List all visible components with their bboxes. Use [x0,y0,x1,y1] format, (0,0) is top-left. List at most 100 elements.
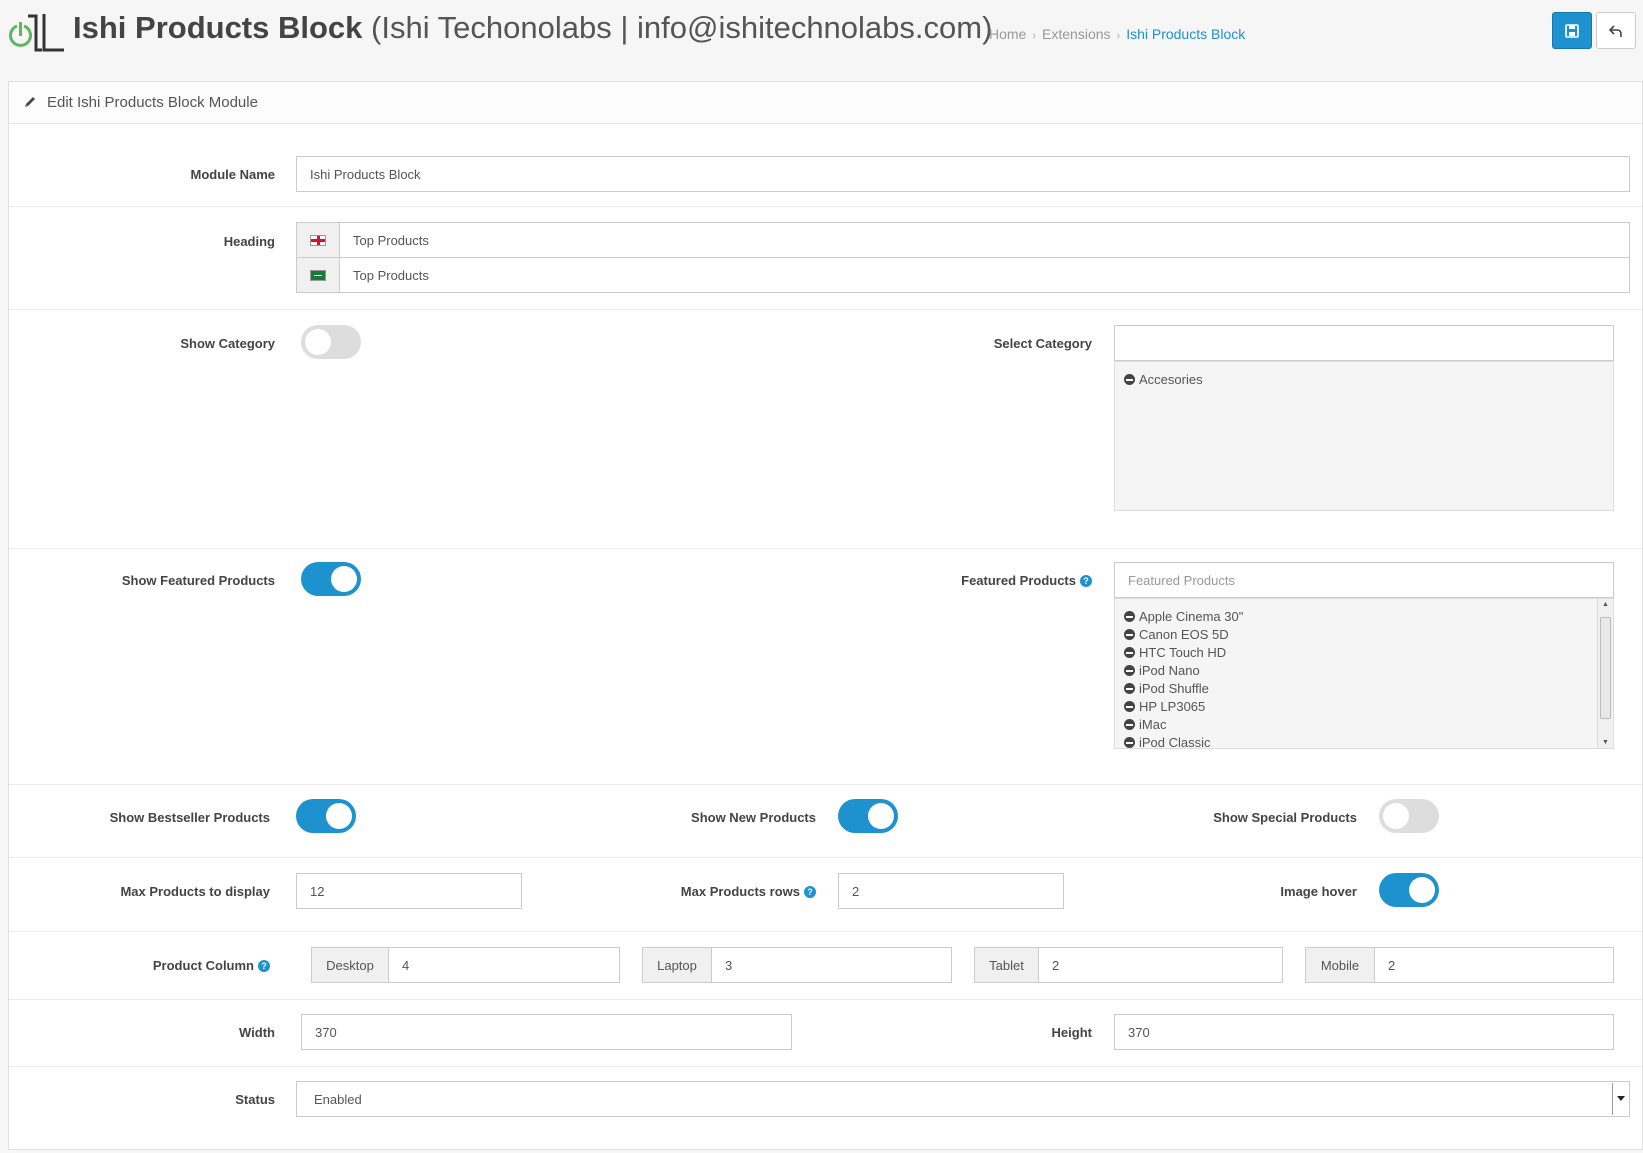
help-icon[interactable]: ? [1080,575,1092,587]
image-hover-toggle[interactable] [1379,873,1439,907]
list-item-label: iMac [1139,717,1167,732]
mobile-addon: Mobile [1305,947,1375,983]
max-products-input[interactable]: 12 [296,873,522,909]
list-item-label: Apple Cinema 30" [1139,609,1244,624]
ishi-logo-icon [9,14,64,52]
toggle-knob [326,803,352,829]
product-column-label: Product Column? [70,958,270,973]
show-featured-label: Show Featured Products [121,573,275,588]
featured-products-label: Featured Products? [862,573,1092,588]
show-special-label: Show Special Products [1213,810,1357,825]
divider [9,784,1642,785]
toggle-knob [868,803,894,829]
list-item: iPod Shuffle [1124,681,1209,696]
show-bestseller-toggle[interactable] [296,799,356,833]
width-label: Width [239,1025,275,1040]
breadcrumb-separator: › [1032,30,1037,42]
breadcrumb-separator: › [1116,30,1121,42]
list-item: Apple Cinema 30" [1124,609,1243,624]
scroll-down-icon[interactable]: ▼ [1602,739,1609,746]
show-category-toggle[interactable] [301,325,361,359]
category-list: Accesories [1114,361,1614,511]
show-special-toggle[interactable] [1379,799,1439,833]
list-item: Canon EOS 5D [1124,627,1229,642]
laptop-columns-input[interactable]: 3 [711,947,952,983]
divider [9,857,1642,858]
list-item: HTC Touch HD [1124,645,1226,660]
list-item: iPod Classic [1124,735,1211,748]
desktop-addon: Desktop [311,947,389,983]
remove-circle-icon[interactable] [1124,665,1135,676]
product-column-label-text: Product Column [152,958,254,973]
divider [9,206,1642,207]
back-button[interactable] [1596,12,1636,49]
module-name-label: Module Name [190,167,275,182]
featured-list-scrollbar[interactable]: ▲ ▼ [1597,599,1613,748]
edit-module-panel: Edit Ishi Products Block Module Module N… [8,81,1643,1150]
list-item-label: HTC Touch HD [1139,645,1227,660]
panel-title: Edit Ishi Products Block Module [47,94,258,111]
heading-lang-ar-addon [296,257,340,293]
mobile-columns-input[interactable]: 2 [1374,947,1614,983]
featured-products-list: Apple Cinema 30" Canon EOS 5D HTC Touch … [1114,598,1614,749]
breadcrumb-current[interactable]: Ishi Products Block [1126,26,1245,42]
laptop-addon: Laptop [642,947,712,983]
pencil-icon [25,97,35,107]
max-rows-label: Max Products rows? [606,884,816,899]
list-item-label: Accesories [1139,372,1203,387]
scroll-up-icon[interactable]: ▲ [1602,601,1609,608]
height-label: Height [1051,1025,1092,1040]
height-input[interactable]: 370 [1114,1014,1614,1050]
list-item-label: Canon EOS 5D [1139,627,1229,642]
breadcrumb: Home › Extensions › Ishi Products Block [989,26,1245,42]
divider [9,999,1642,1000]
panel-heading: Edit Ishi Products Block Module [9,82,1642,124]
list-item: iPod Nano [1124,663,1200,678]
max-rows-label-text: Max Products rows [680,884,800,899]
help-icon[interactable]: ? [258,960,270,972]
divider [9,309,1642,310]
tablet-columns-input[interactable]: 2 [1038,947,1283,983]
remove-circle-icon[interactable] [1124,374,1135,385]
status-select[interactable]: Enabled [296,1081,1630,1117]
divider [9,1066,1642,1067]
select-category-input[interactable] [1114,325,1614,361]
chevron-down-icon[interactable] [1612,1083,1628,1115]
max-rows-input[interactable]: 2 [838,873,1064,909]
toggle-knob [305,329,331,355]
remove-circle-icon[interactable] [1124,629,1135,640]
page-title-sub: (Ishi Techonolabs | info@ishitechnolabs.… [371,10,993,45]
save-button[interactable] [1552,12,1592,49]
width-input[interactable]: 370 [301,1014,792,1050]
page-header: Ishi Products Block (Ishi Techonolabs | … [0,0,1643,66]
show-featured-toggle[interactable] [301,562,361,596]
breadcrumb-extensions[interactable]: Extensions [1042,26,1110,42]
heading-input-en[interactable]: Top Products [339,222,1630,258]
page-title: Ishi Products Block (Ishi Techonolabs | … [73,10,992,46]
divider [9,548,1642,549]
reply-icon [1609,24,1622,37]
help-icon[interactable]: ? [804,886,816,898]
toggle-knob [1383,803,1409,829]
max-products-label: Max Products to display [120,884,270,899]
breadcrumb-home[interactable]: Home [989,26,1026,42]
scrollbar-thumb[interactable] [1600,617,1611,719]
remove-circle-icon[interactable] [1124,719,1135,730]
remove-circle-icon[interactable] [1124,737,1135,748]
show-new-toggle[interactable] [838,799,898,833]
page-title-main: Ishi Products Block [73,10,363,45]
sa-flag-icon [310,269,326,281]
heading-lang-en-addon [296,222,340,258]
show-category-label: Show Category [180,336,275,351]
heading-label: Heading [223,234,275,249]
heading-input-ar[interactable]: Top Products [339,257,1630,293]
remove-circle-icon[interactable] [1124,647,1135,658]
module-name-input[interactable]: Ishi Products Block [296,156,1630,192]
image-hover-label: Image hover [1280,884,1357,899]
desktop-columns-input[interactable]: 4 [388,947,620,983]
uk-flag-icon [310,234,326,246]
remove-circle-icon[interactable] [1124,701,1135,712]
featured-products-input[interactable]: Featured Products [1114,562,1614,598]
remove-circle-icon[interactable] [1124,611,1135,622]
remove-circle-icon[interactable] [1124,683,1135,694]
